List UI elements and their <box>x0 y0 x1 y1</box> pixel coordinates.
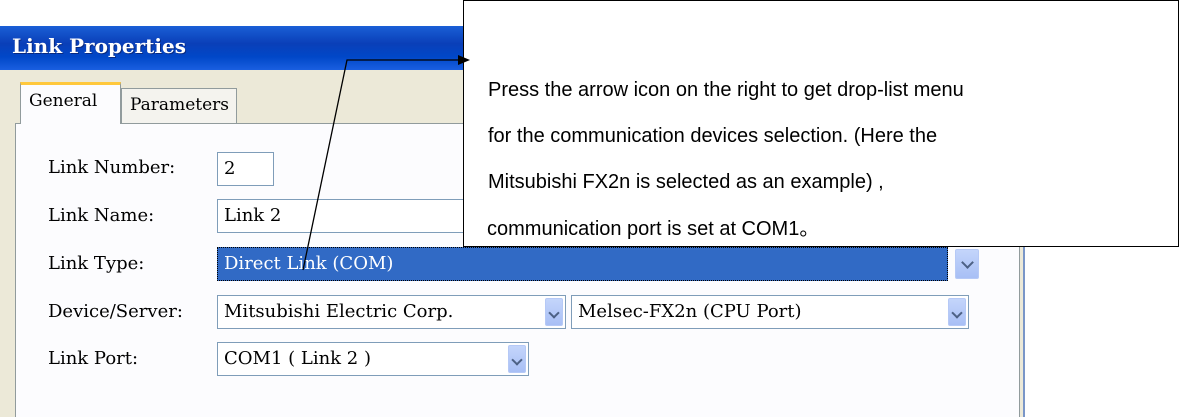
callout-line-4: communication port is set at COM1。 <box>487 218 820 240</box>
link-type-label: Link Type: <box>48 253 145 274</box>
tab-general[interactable]: General <box>20 82 121 124</box>
link-type-select[interactable]: Direct Link (COM) <box>217 247 948 281</box>
link-type-dropdown-arrow-icon[interactable] <box>955 249 979 279</box>
link-number-label: Link Number: <box>48 157 176 178</box>
device-model-select[interactable]: Melsec-FX2n (CPU Port) <box>571 295 969 329</box>
callout-line-1: Press the arrow icon on the right to get… <box>488 79 964 101</box>
link-port-select[interactable]: COM1 ( Link 2 ) <box>217 342 529 376</box>
instruction-callout: Press the arrow icon on the right to get… <box>463 0 1179 247</box>
callout-line-3: Mitsubishi FX2n is selected as an exampl… <box>488 171 884 193</box>
link-name-field[interactable]: Link 2 <box>217 199 465 233</box>
tab-parameters-label: Parameters <box>130 95 229 115</box>
manufacturer-select[interactable]: Mitsubishi Electric Corp. <box>217 295 566 329</box>
device-server-label: Device/Server: <box>48 301 183 322</box>
device-model-dropdown-arrow-icon[interactable] <box>948 298 966 326</box>
device-model-value: Melsec-FX2n (CPU Port) <box>578 301 802 322</box>
link-number-field[interactable]: 2 <box>217 152 274 186</box>
link-port-label: Link Port: <box>48 348 139 369</box>
link-name-label: Link Name: <box>48 205 155 226</box>
tab-general-label: General <box>29 91 98 111</box>
tab-parameters[interactable]: Parameters <box>121 88 237 124</box>
link-port-value: COM1 ( Link 2 ) <box>224 348 372 369</box>
callout-line-2: for the communication devices selection.… <box>488 125 938 147</box>
manufacturer-value: Mitsubishi Electric Corp. <box>224 301 454 322</box>
manufacturer-dropdown-arrow-icon[interactable] <box>545 298 563 326</box>
dialog-title: Link Properties <box>12 34 187 58</box>
link-port-dropdown-arrow-icon[interactable] <box>508 345 526 373</box>
